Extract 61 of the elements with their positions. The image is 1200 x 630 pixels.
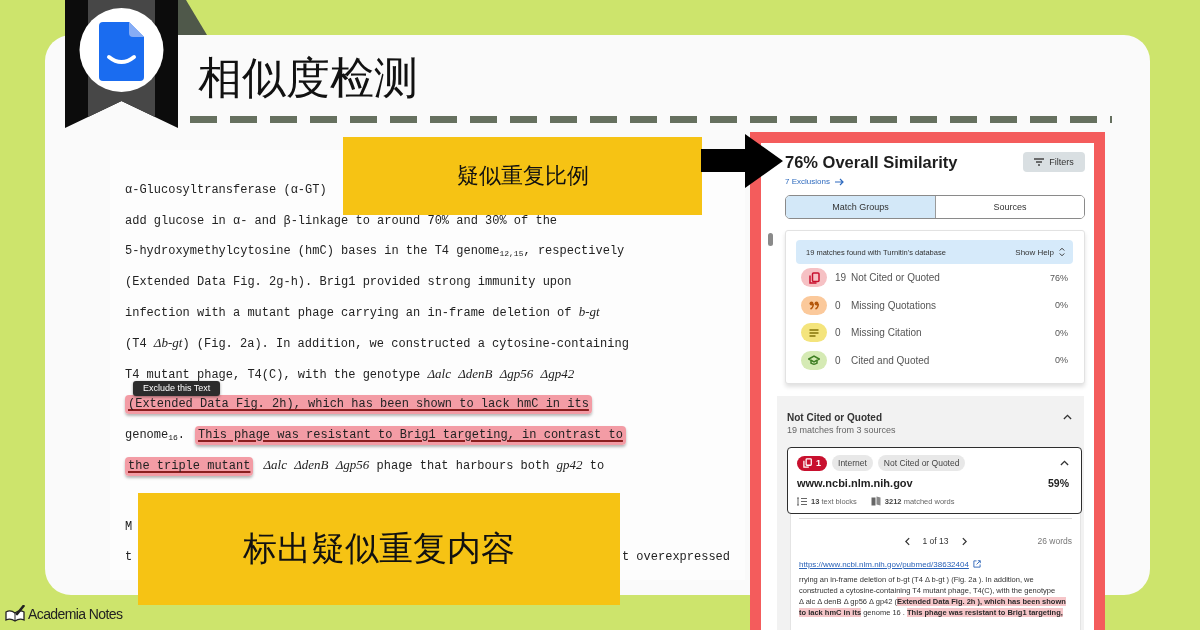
highlighted-text[interactable]: the triple mutant <box>125 457 254 477</box>
group-percent: 76% <box>1050 272 1068 283</box>
group-count: 0 <box>835 354 842 366</box>
source-tag: Internet <box>832 455 873 471</box>
group-percent: 0% <box>1055 327 1068 338</box>
document-text: genome$_{16}$. <box>125 427 186 442</box>
scrollbar-thumb[interactable] <box>768 233 773 246</box>
filters-button[interactable]: Filters <box>1023 152 1085 172</box>
exclusions-link[interactable]: 7 Exclusions <box>785 176 844 187</box>
page-title: 相似度检测 <box>198 51 418 105</box>
chevron-up-icon[interactable] <box>1063 414 1072 420</box>
chevron-right-icon[interactable] <box>961 536 967 546</box>
book-icon <box>870 496 881 506</box>
document-text: infection with a mutant phage carrying an in-frame deletion of b-gt <box>125 306 600 321</box>
section-subtitle: 19 matches from 3 sources <box>787 424 897 436</box>
group-percent: 0% <box>1055 300 1068 311</box>
document-text: t overexpressed <box>621 549 730 567</box>
external-link-icon[interactable] <box>972 560 981 568</box>
chevron-left-icon[interactable] <box>904 536 910 546</box>
group-count: 19 <box>835 272 847 284</box>
filter-icon <box>1034 158 1045 166</box>
group-label: Missing Citation <box>851 327 922 339</box>
group-label: Cited and Quoted <box>851 354 930 366</box>
document-logo-icon <box>79 8 164 92</box>
group-percent: 0% <box>1055 355 1068 366</box>
brand-name: Academia Notes <box>28 605 123 622</box>
arrow-right-icon <box>834 177 844 186</box>
exclude-text-button[interactable]: Exclude this Text <box>133 381 221 396</box>
section-title: Not Cited or Quoted <box>787 411 882 423</box>
document-text: (T4 Δb-gt) (Fig. 2a). In addition, we constructed a cytosine-containing <box>125 336 629 351</box>
word-count: 26 words <box>1037 536 1072 546</box>
group-count: 0 <box>835 299 842 311</box>
document-text: T4 mutant phage, T4(C), with the genotype Δalc ΔdenB Δgp56 Δgp42 <box>125 367 575 382</box>
document-text: M <box>125 518 133 536</box>
highlighted-text[interactable]: This phage was resistant to Brig1 targeting, in contrast to <box>195 425 626 445</box>
document-text: α-Glucosyltransferase (α-GT) <box>125 183 327 197</box>
chevron-up-icon[interactable] <box>1060 460 1069 466</box>
page-indicator: 1 of 13 <box>922 536 949 546</box>
callout-label: 疑似重复比例 <box>343 137 702 215</box>
document-text: add glucose in α- and β-linkage to around 70% and 30% of the <box>125 213 558 228</box>
group-count: 0 <box>835 327 842 339</box>
tab[interactable]: Match Groups <box>786 196 936 218</box>
match-count: 1 <box>816 458 821 468</box>
list-icon <box>797 496 807 506</box>
chevron-updown-icon <box>1059 247 1065 257</box>
group-label: Missing Quotations <box>851 299 937 311</box>
source-domain: www.ncbi.nlm.nih.gov <box>797 477 913 489</box>
group-label: Not Cited or Quoted <box>851 272 940 284</box>
show-help-button[interactable]: Show Help <box>1015 247 1065 257</box>
document-text: 5-hydroxymethylcytosine (hmC) bases in the T4 genome$_{12,15}$, respectively <box>125 244 625 259</box>
book-pen-icon <box>5 605 25 622</box>
source-link[interactable]: https://www.ncbi.nlm.nih.gov/pubmed/38632404 <box>799 559 969 569</box>
source-tag: Not Cited or Quoted <box>877 455 966 471</box>
document-text: (Extended Data Fig. 2g-h). Brig1 provided strong immunity upon <box>125 274 572 289</box>
highlighted-text[interactable]: (Extended Data Fig. 2h), which has been shown to lack hmC in its <box>125 395 592 415</box>
copy-icon <box>803 458 812 468</box>
document-text: t <box>125 549 133 567</box>
source-percent: 59% <box>1048 477 1069 489</box>
callout-label: 标出疑似重复内容 <box>138 493 620 605</box>
document-text: Δalc ΔdenB Δgp56 phage that harbours both gp42 to <box>263 459 605 474</box>
similarity-title: 76% Overall Similarity <box>785 152 958 172</box>
